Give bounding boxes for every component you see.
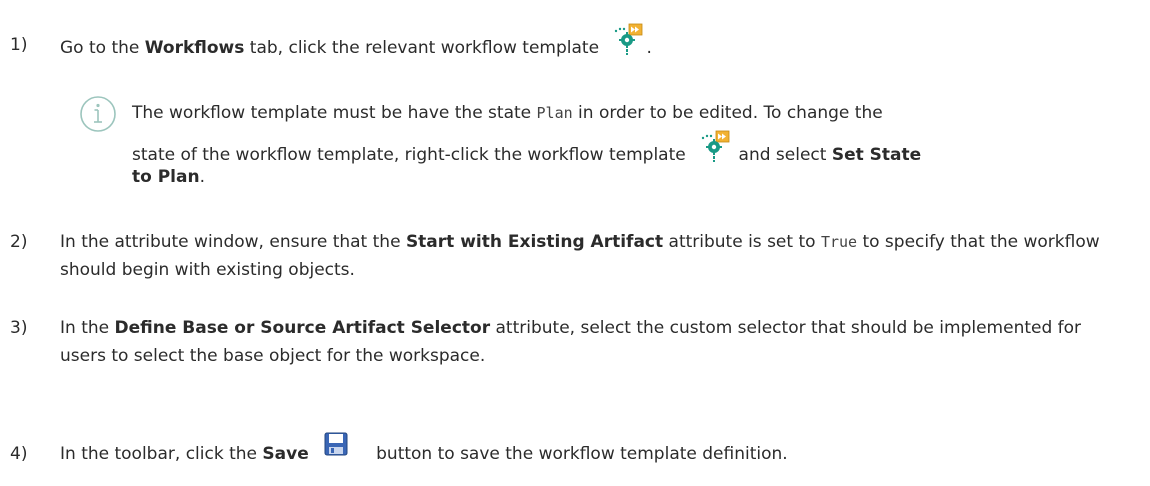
code-value-plan: Plan: [536, 104, 573, 122]
step-text-part: In the: [60, 318, 115, 338]
step-text-part: tab, click the relevant workflow templat…: [244, 38, 600, 58]
info-icon: [78, 94, 118, 134]
step-number: 1): [10, 35, 28, 55]
step-text-part: button to save the workflow template def…: [376, 444, 788, 464]
workflow-template-icon: [697, 130, 731, 164]
note-text-part: The workflow template must be have the s…: [132, 103, 537, 123]
step-text-part: In the toolbar, click the: [60, 444, 263, 464]
step-text-part: .: [646, 38, 652, 58]
step-text: In the attribute window, ensure that the…: [60, 228, 1130, 284]
step-text-part: attribute is set to: [663, 232, 821, 252]
note-text-part: in order to be edited. To change the: [572, 103, 883, 123]
code-value-true: True: [820, 233, 858, 251]
ui-term-to-plan: to Plan: [132, 167, 200, 187]
ui-term-workflows: Workflows: [144, 38, 245, 58]
save-icon: [324, 432, 348, 456]
ui-term-set-state: Set State: [831, 145, 922, 165]
step-text: In the toolbar, click the Save button to…: [60, 432, 1130, 468]
note-text-part: and select: [738, 145, 832, 165]
step-text-part: Go to the: [60, 38, 145, 58]
ui-term-save: Save: [262, 444, 309, 464]
step-number: 3): [10, 318, 28, 338]
note-text-part: .: [199, 167, 205, 187]
step-number: 2): [10, 232, 28, 252]
step-text: In the Define Base or Source Artifact Se…: [60, 314, 1130, 370]
step-number: 4): [10, 444, 28, 464]
ui-term-start-with-existing-artifact: Start with Existing Artifact: [405, 232, 664, 252]
step-text-part: In the attribute window, ensure that the: [60, 232, 406, 252]
workflow-template-icon: [610, 23, 644, 57]
step-text: Go to the Workflows tab, click the relev…: [60, 23, 1130, 65]
note-text-part: state of the workflow template, right-cl…: [132, 145, 686, 165]
ui-term-define-base-or-source-artifact-selector: Define Base or Source Artifact Selector: [114, 318, 491, 338]
